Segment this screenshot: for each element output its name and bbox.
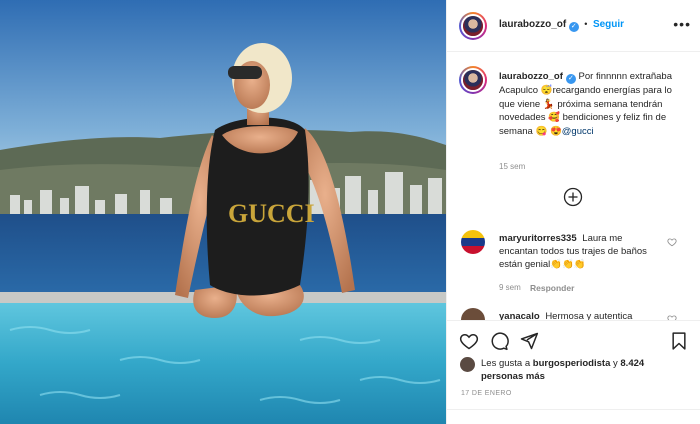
commenter-avatar[interactable] <box>461 230 485 254</box>
header-line: laurabozzo_of ✓ • Seguir <box>499 19 624 32</box>
load-more-comments-icon[interactable] <box>563 187 583 207</box>
author-avatar[interactable] <box>459 12 487 40</box>
post-caption: laurabozzo_of ✓ Por finnnnn extrañaba Aca… <box>499 70 685 138</box>
caption-avatar[interactable] <box>459 66 487 94</box>
caption-username[interactable]: laurabozzo_of <box>499 71 563 82</box>
verified-badge-icon: ✓ <box>565 74 576 84</box>
commenter-avatar[interactable] <box>461 308 485 320</box>
caption-emoji: 🥰 <box>548 112 560 123</box>
comment-bubble-icon[interactable] <box>489 331 509 351</box>
photo-scene: GUCCI <box>0 0 446 424</box>
svg-text:GUCCI: GUCCI <box>228 199 315 228</box>
caption-emoji: 😋 <box>535 125 548 137</box>
author-username[interactable]: laurabozzo_of <box>499 19 566 30</box>
caption-emoji: 😴 <box>540 85 553 96</box>
post-panel: laurabozzo_of ✓ • Seguir ••• laurabozzo_… <box>446 0 700 424</box>
add-comment-bar[interactable] <box>447 409 700 424</box>
liker-username[interactable]: burgosperiodista <box>533 358 611 369</box>
post-date[interactable]: 17 DE ENERO <box>461 390 512 397</box>
likes-joiner: y <box>613 358 618 369</box>
like-comment-heart-icon[interactable] <box>667 237 677 247</box>
like-heart-icon[interactable] <box>459 331 479 351</box>
commenter-username[interactable]: maryuritorres335 <box>499 233 577 244</box>
verified-badge-icon: ✓ <box>568 22 579 32</box>
likes-prefix: Les gusta a <box>481 358 531 369</box>
comments-list[interactable]: laurabozzo_of ✓ Por finnnnn extrañaba Aca… <box>447 52 700 320</box>
save-bookmark-icon[interactable] <box>669 331 689 351</box>
separator-dot: • <box>584 19 588 29</box>
caption-emoji: 😍 <box>549 125 562 137</box>
caption-time[interactable]: 15 sem <box>499 162 525 171</box>
comment-emojis: 👏👏👏 <box>550 259 586 270</box>
post-photo[interactable]: GUCCI <box>0 0 446 424</box>
comment-time[interactable]: 9 sem <box>499 283 521 292</box>
likes-summary: Les gusta a burgosperiodista y 8.424 per… <box>481 357 681 383</box>
share-send-icon[interactable] <box>519 331 539 351</box>
caption-emoji: 💃 <box>542 98 555 110</box>
caption-tag-link[interactable]: @gucci <box>562 126 594 137</box>
comment-text: yanacalo Hermosa y autentica <box>499 310 685 320</box>
comment-text: maryuritorres335 Laura me encantan todos… <box>499 232 659 271</box>
liker-avatar[interactable] <box>460 357 475 372</box>
post-header: laurabozzo_of ✓ • Seguir ••• <box>447 0 700 52</box>
reply-button[interactable]: Responder <box>530 283 574 293</box>
comment-body: Hermosa y autentica <box>545 311 633 320</box>
follow-button[interactable]: Seguir <box>593 19 624 30</box>
more-options-icon[interactable]: ••• <box>673 16 691 32</box>
post-actions: Les gusta a burgosperiodista y 8.424 per… <box>447 320 700 424</box>
commenter-username[interactable]: yanacalo <box>499 311 540 320</box>
